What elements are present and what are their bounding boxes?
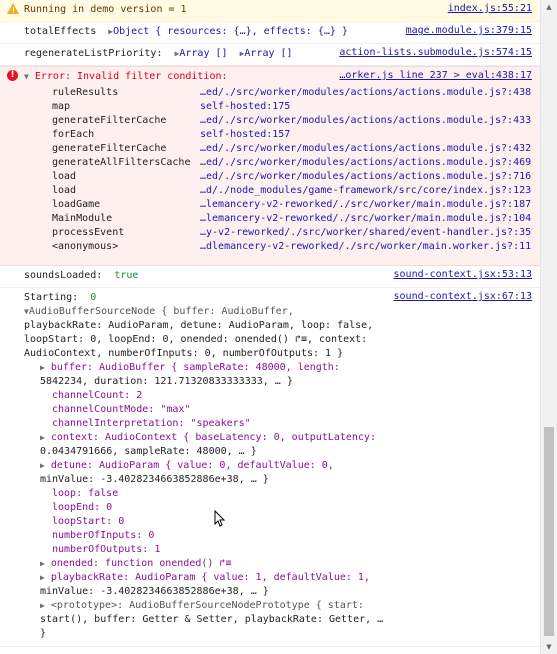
property-loop: loop: false <box>52 488 119 499</box>
property-prototype-cont: start(), buffer: Getter & Setter, playba… <box>40 614 384 625</box>
scroll-down-icon[interactable]: ▼ <box>541 640 557 654</box>
log-sounds-loaded: soundsLoaded: true sound-context.jsx:53:… <box>0 266 540 288</box>
stack-frame-function: load <box>52 185 77 196</box>
property-prototype[interactable]: ▶ <prototype>: AudioBufferSourceNodeProt… <box>40 599 364 613</box>
log-key: totalEffects <box>24 26 97 37</box>
stack-frame-url[interactable]: …ed/./src/worker/modules/actions/actions… <box>200 86 531 100</box>
stack-frame-function: MainModule <box>52 213 113 224</box>
scroll-up-icon[interactable]: ▲ <box>541 0 557 14</box>
log-key: Starting: <box>24 292 79 303</box>
log-regenerate: regenerateListPriority: ▶Array [] ▶Array… <box>0 44 540 66</box>
stack-frame-url[interactable]: …ed/./src/worker/modules/actions/actions… <box>200 156 531 170</box>
source-link[interactable]: …orker.js line 237 > eval:438:17 <box>339 69 532 83</box>
stack-frame-url[interactable]: …dlemancery-v2-reworked/./src/worker/mai… <box>200 240 531 254</box>
stack-frame-function: map <box>52 101 71 112</box>
property-context-cont: 0.0434791666, sampleRate: 48000, … } <box>40 446 257 457</box>
stack-frame-url[interactable]: …lemancery-v2-reworked/./src/worker/main… <box>200 212 531 226</box>
mouse-cursor-icon <box>214 510 226 527</box>
stack-frame-url[interactable]: self-hosted:175 <box>200 100 531 114</box>
stack-functions: ruleResults map generateFilterCache forEach… <box>52 86 190 254</box>
stack-frame-url[interactable]: …ed/./src/worker/modules/actions/actions… <box>200 142 531 156</box>
log-key: soundsLoaded: <box>24 270 103 281</box>
error-icon: ! <box>7 70 18 81</box>
error-message: ! ▼ Error: Invalid filter condition: …or… <box>0 66 540 266</box>
stack-frame-url[interactable]: …ed/./src/worker/modules/actions/actions… <box>200 114 531 128</box>
log-starting: Starting: 0 sound-context.jsx:67:13 ▼Aud… <box>0 288 540 647</box>
source-link[interactable]: action-lists.submodule.js:574:15 <box>339 46 532 60</box>
stack-frame-function: ruleResults <box>52 87 119 98</box>
stack-frame-url[interactable]: …y-v2-reworked/./src/worker/shared/event… <box>200 226 531 240</box>
property-playback-rate-cont: minValue: -3.4028234663852886e+38, … } <box>40 586 269 597</box>
stack-frame-function: generateAllFiltersCache <box>52 157 191 168</box>
expand-icon[interactable]: ▶ <box>40 363 45 372</box>
source-link[interactable]: index.js:55:21 <box>448 2 532 16</box>
log-value: 0 <box>90 292 97 303</box>
property-channel-interpretation: channelInterpretation: "speakers" <box>52 418 251 429</box>
property-number-of-inputs: numberOfInputs: 0 <box>52 530 155 541</box>
property-detune-cont: minValue: -3.4028234663852886e+38, … } <box>40 474 269 485</box>
warning-icon <box>7 3 19 18</box>
stack-frame-url[interactable]: …lemancery-v2-reworked/./src/worker/main… <box>200 198 531 212</box>
expand-icon[interactable]: ▶ <box>40 573 45 582</box>
stack-frame-function: generateFilterCache <box>52 115 167 126</box>
stack-frame-function: <anonymous> <box>52 241 119 252</box>
stack-frame-function: load <box>52 171 77 182</box>
property-playback-rate[interactable]: ▶ playbackRate: AudioParam { value: 1, d… <box>40 571 370 585</box>
stack-frame-function: generateFilterCache <box>52 143 167 154</box>
object-preview[interactable]: Object { resources: {…}, effects: {…} } <box>113 26 348 37</box>
array-preview[interactable]: Array [] <box>244 48 292 59</box>
expand-icon[interactable]: ▶ <box>40 559 45 568</box>
stack-frame-function: loadGame <box>52 199 101 210</box>
property-context[interactable]: ▶ context: AudioContext { baseLatency: 0… <box>40 431 376 445</box>
stack-frame-function: processEvent <box>52 227 125 238</box>
warning-message: Running in demo version = 1 index.js:55:… <box>0 0 540 22</box>
log-key: regenerateListPriority: <box>24 48 163 59</box>
collapse-icon[interactable]: ▼ <box>24 72 29 81</box>
object-preview-line: loopStart: 0, loopEnd: 0, onended: onend… <box>24 334 368 345</box>
property-detune[interactable]: ▶ detune: AudioParam { value: 0, default… <box>40 459 334 473</box>
property-onended[interactable]: ▶ onended: function onended() ↱≡ <box>40 557 231 571</box>
expand-icon[interactable]: ▶ <box>40 461 45 470</box>
source-link[interactable]: sound-context.jsx:67:13 <box>394 290 532 304</box>
log-value: true <box>114 270 139 281</box>
property-channel-count: channelCount: 2 <box>52 390 143 401</box>
stack-frame-function: forEach <box>52 129 95 140</box>
object-close-brace: } <box>40 628 47 639</box>
property-loop-end: loopEnd: 0 <box>52 502 113 513</box>
property-buffer-cont: 5842234, duration: 121.71320833333333, …… <box>40 376 293 387</box>
property-loop-start: loopStart: 0 <box>52 516 125 527</box>
object-preview-line: AudioContext, numberOfInputs: 0, numberO… <box>24 348 344 359</box>
property-buffer[interactable]: ▶ buffer: AudioBuffer { sampleRate: 4800… <box>40 361 340 375</box>
expand-icon[interactable]: ▶ <box>40 433 45 442</box>
stack-frame-url[interactable]: …ed/./src/worker/modules/actions/actions… <box>200 170 531 184</box>
property-number-of-outputs: numberOfOutputs: 1 <box>52 544 161 555</box>
vertical-scrollbar[interactable]: ▲ ▼ <box>540 0 557 654</box>
scrollbar-thumb[interactable] <box>544 427 554 636</box>
stack-frame-url[interactable]: …d/./node_modules/game-framework/src/cor… <box>200 184 531 198</box>
log-total-effects: totalEffects ▶Object { resources: {…}, e… <box>0 22 540 44</box>
object-preview-line: playbackRate: AudioParam, detune: AudioP… <box>24 320 374 331</box>
expand-icon[interactable]: ▶ <box>40 601 45 610</box>
source-link[interactable]: mage.module.js:379:15 <box>406 24 532 38</box>
stack-frame-url[interactable]: self-hosted:157 <box>200 128 531 142</box>
array-preview[interactable]: Array [] <box>179 48 227 59</box>
error-text: Error: Invalid filter condition: <box>34 71 228 82</box>
property-channel-count-mode: channelCountMode: "max" <box>52 404 191 415</box>
stack-urls: …ed/./src/worker/modules/actions/actions… <box>200 86 531 254</box>
warning-text: Running in demo version = 1 <box>24 4 187 15</box>
source-link[interactable]: sound-context.jsx:53:13 <box>394 268 532 282</box>
object-header[interactable]: ▼AudioBufferSourceNode { buffer: AudioBu… <box>24 305 294 319</box>
console-output: Running in demo version = 1 index.js:55:… <box>0 0 540 654</box>
